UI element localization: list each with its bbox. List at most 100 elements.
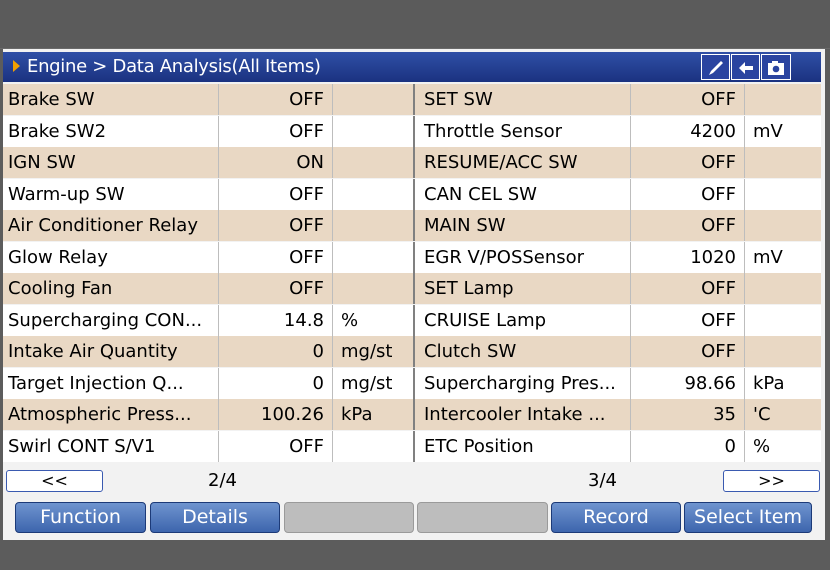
item-name: Target Injection Q... <box>3 367 219 399</box>
item-unit <box>745 273 821 304</box>
item-name: Swirl CONT S/V1 <box>3 430 219 462</box>
function-button-bar: Function Details Record Select Item <box>3 500 821 534</box>
item-name: Intercooler Intake ... <box>415 399 631 430</box>
item-value: 100.26 <box>219 399 333 430</box>
prev-page-button[interactable]: << <box>6 470 103 492</box>
item-unit <box>745 336 821 367</box>
item-value: 0 <box>219 336 333 367</box>
item-name: Brake SW <box>3 84 219 115</box>
item-unit: mV <box>753 246 783 268</box>
item-name: Cooling Fan <box>3 273 219 304</box>
item-name: Intake Air Quantity <box>3 336 219 367</box>
item-unit: mV <box>753 120 783 142</box>
item-unit <box>333 430 415 462</box>
function-button[interactable]: Function <box>15 502 146 533</box>
item-unit <box>333 273 415 304</box>
item-value: OFF <box>219 273 333 304</box>
item-unit <box>745 210 821 241</box>
item-unit: kPa <box>753 372 785 394</box>
item-unit: kPa <box>333 399 415 430</box>
camera-button[interactable] <box>761 54 791 80</box>
item-value: ON <box>219 147 333 178</box>
item-unit <box>333 178 415 210</box>
item-name: CRUISE Lamp <box>415 304 631 336</box>
item-name: MAIN SW <box>415 210 631 241</box>
item-value: OFF <box>219 115 333 147</box>
item-unit: % <box>333 304 415 336</box>
table-row[interactable]: Target Injection Q... 0 mg/st Supercharg… <box>3 367 821 399</box>
item-name: IGN SW <box>3 147 219 178</box>
item-name: EGR V/POSSensor <box>415 241 631 273</box>
item-unit: 'C <box>753 404 771 425</box>
item-unit <box>745 84 821 115</box>
breadcrumb-arrow-icon <box>13 60 20 72</box>
table-row[interactable]: Warm-up SW OFF CAN CEL SW OFF <box>3 178 821 210</box>
item-name: CAN CEL SW <box>415 178 631 210</box>
table-row[interactable]: Brake SW OFF SET SW OFF <box>3 84 821 115</box>
item-unit: mg/st <box>333 367 415 399</box>
item-value: 98.66 <box>631 367 745 399</box>
details-button[interactable]: Details <box>150 502 280 533</box>
item-value: OFF <box>631 84 745 115</box>
top-status-bar <box>0 0 830 49</box>
left-page-indicator: 2/4 <box>208 470 237 491</box>
item-value: OFF <box>219 241 333 273</box>
item-value: OFF <box>219 178 333 210</box>
right-page-indicator: 3/4 <box>588 470 617 491</box>
item-name: Throttle Sensor <box>415 115 631 147</box>
item-name: Warm-up SW <box>3 178 219 210</box>
breadcrumb: Engine > Data Analysis(All Items) <box>27 56 321 77</box>
table-row[interactable]: Intake Air Quantity 0 mg/st Clutch SW OF… <box>3 336 821 367</box>
item-unit: % <box>753 435 771 457</box>
record-button[interactable]: Record <box>551 502 681 533</box>
item-value: 0 <box>219 367 333 399</box>
item-value: 14.8 <box>219 304 333 336</box>
item-unit <box>745 179 821 210</box>
table-row[interactable]: Air Conditioner Relay OFF MAIN SW OFF <box>3 210 821 241</box>
item-value: 35 <box>631 399 745 430</box>
brush-button[interactable] <box>701 54 730 80</box>
item-name: Glow Relay <box>3 241 219 273</box>
back-button[interactable] <box>731 54 760 80</box>
item-name: Brake SW2 <box>3 115 219 147</box>
item-unit <box>333 115 415 147</box>
item-unit <box>333 210 415 241</box>
item-unit <box>333 84 415 115</box>
item-unit <box>333 147 415 178</box>
table-row[interactable]: Glow Relay OFF EGR V/POSSensor 1020 mV <box>3 241 821 273</box>
item-value: OFF <box>631 336 745 367</box>
item-name: ETC Position <box>415 430 631 462</box>
item-name: RESUME/ACC SW <box>415 147 631 178</box>
next-page-button[interactable]: >> <box>723 470 820 492</box>
table-row[interactable]: Cooling Fan OFF SET Lamp OFF <box>3 273 821 304</box>
item-unit <box>333 241 415 273</box>
item-value: OFF <box>631 147 745 178</box>
item-unit <box>745 147 821 178</box>
item-value: OFF <box>219 84 333 115</box>
item-value: 1020 <box>631 241 745 273</box>
table-row[interactable]: IGN SW ON RESUME/ACC SW OFF <box>3 147 821 178</box>
item-name: Supercharging CON... <box>3 304 219 336</box>
title-bar: Engine > Data Analysis(All Items) <box>3 52 821 82</box>
item-value: OFF <box>219 210 333 241</box>
item-value: OFF <box>631 273 745 304</box>
table-row[interactable]: Atmospheric Press... 100.26 kPa Intercoo… <box>3 399 821 430</box>
item-name: Air Conditioner Relay <box>3 210 219 241</box>
item-name: Supercharging Pres... <box>415 367 631 399</box>
item-value: OFF <box>631 210 745 241</box>
blank-button-1[interactable] <box>284 502 414 533</box>
item-value: OFF <box>219 430 333 462</box>
pagination-bar: << 2/4 3/4 >> <box>3 467 821 495</box>
brush-icon <box>708 61 723 75</box>
item-name: Clutch SW <box>415 336 631 367</box>
item-name: Atmospheric Press... <box>3 399 219 430</box>
select-item-button[interactable]: Select Item <box>684 502 812 533</box>
item-value: 4200 <box>631 115 745 147</box>
table-row[interactable]: Supercharging CON... 14.8 % CRUISE Lamp … <box>3 304 821 336</box>
item-unit <box>745 305 821 336</box>
table-row[interactable]: Swirl CONT S/V1 OFF ETC Position 0 % <box>3 430 821 462</box>
table-row[interactable]: Brake SW2 OFF Throttle Sensor 4200 mV <box>3 115 821 147</box>
item-value: OFF <box>631 304 745 336</box>
blank-button-2[interactable] <box>417 502 548 533</box>
item-value: OFF <box>631 178 745 210</box>
